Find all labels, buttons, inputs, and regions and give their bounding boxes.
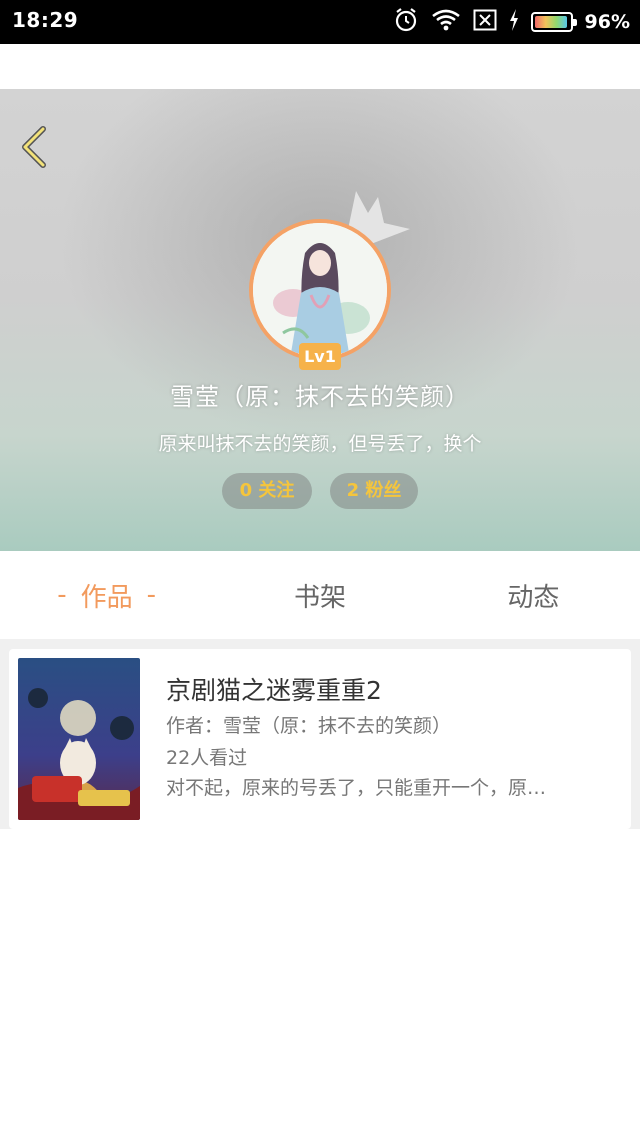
level-badge: Lv1 [299,343,341,370]
tab-activity-label: 动态 [507,582,560,613]
tab-bookshelf[interactable]: 书架 [213,551,426,639]
user-name: 雪莹（原：抹不去的笑颜） [170,383,470,411]
fans-count-button[interactable]: 2 粉丝 [330,473,418,509]
tab-bookshelf-label: 书架 [293,582,346,613]
back-button[interactable] [14,123,54,171]
top-spacer [0,44,640,89]
work-author: 作者：雪莹（原：抹不去的笑颜） [166,715,452,737]
work-title: 京剧猫之迷雾重重2 [166,676,382,705]
charging-icon [509,9,519,35]
work-description: 对不起，原来的号丢了，只能重开一个，原… [166,777,547,799]
profile-header: Lv1 雪莹（原：抹不去的笑颜） 原来叫抹不去的笑颜，但号丢了，换个 0 关注 … [0,89,640,551]
status-time: 18:29 [12,8,79,32]
work-view-count: 22人看过 [166,747,248,769]
status-bar: 18:29 96% [0,0,640,44]
tab-indicator-right: - [146,580,157,610]
profile-tabs: - 作品 - 书架 动态 [0,551,640,639]
tab-indicator-left: - [57,580,67,610]
battery-percent: 96% [584,11,630,33]
sim-icon [473,9,497,35]
list-item[interactable]: 京剧猫之迷雾重重2 作者：雪莹（原：抹不去的笑颜） 22人看过 对不起，原来的号… [9,649,631,829]
tab-activity[interactable]: 动态 [427,551,640,639]
tab-works[interactable]: - 作品 - [0,551,213,639]
chevron-left-icon [22,126,46,168]
wifi-icon [431,8,461,36]
book-cover [18,658,140,820]
avatar-image [253,223,387,357]
battery-icon [530,12,577,32]
avatar[interactable] [249,219,391,361]
follow-count-button[interactable]: 0 关注 [222,473,312,509]
alarm-icon [393,7,419,37]
works-list: 京剧猫之迷雾重重2 作者：雪莹（原：抹不去的笑颜） 22人看过 对不起，原来的号… [0,639,640,1138]
tab-works-label: 作品 [80,582,133,613]
user-bio: 原来叫抹不去的笑颜，但号丢了，换个 [158,433,482,455]
status-icons: 96% [393,8,630,36]
